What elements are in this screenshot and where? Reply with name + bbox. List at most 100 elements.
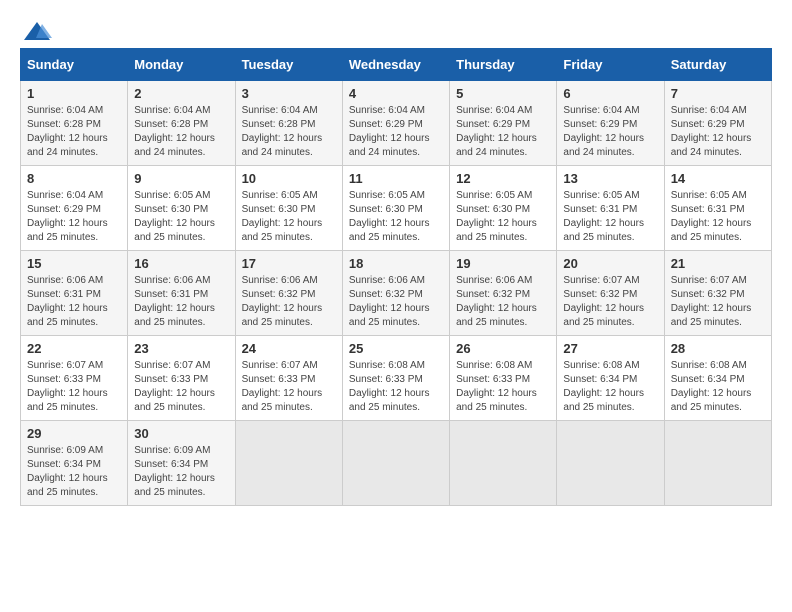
day-info: Sunrise: 6:06 AM Sunset: 6:31 PM Dayligh… — [134, 274, 228, 330]
day-number: 7 — [671, 86, 765, 101]
day-number: 12 — [456, 171, 550, 186]
table-cell — [235, 421, 342, 506]
day-number: 9 — [134, 171, 228, 186]
day-number: 30 — [134, 426, 228, 441]
logo-icon — [22, 20, 52, 44]
day-number: 17 — [242, 256, 336, 271]
day-info: Sunrise: 6:09 AM Sunset: 6:34 PM Dayligh… — [27, 444, 121, 500]
table-cell: 1 Sunrise: 6:04 AM Sunset: 6:28 PM Dayli… — [21, 81, 128, 166]
calendar-header-row: Sunday Monday Tuesday Wednesday Thursday… — [21, 49, 772, 81]
day-info: Sunrise: 6:08 AM Sunset: 6:33 PM Dayligh… — [349, 359, 443, 415]
day-number: 5 — [456, 86, 550, 101]
calendar-week-row: 8 Sunrise: 6:04 AM Sunset: 6:29 PM Dayli… — [21, 166, 772, 251]
calendar-table: Sunday Monday Tuesday Wednesday Thursday… — [20, 48, 772, 506]
table-cell — [557, 421, 664, 506]
day-info: Sunrise: 6:07 AM Sunset: 6:33 PM Dayligh… — [134, 359, 228, 415]
day-info: Sunrise: 6:09 AM Sunset: 6:34 PM Dayligh… — [134, 444, 228, 500]
day-number: 3 — [242, 86, 336, 101]
table-cell: 29 Sunrise: 6:09 AM Sunset: 6:34 PM Dayl… — [21, 421, 128, 506]
table-cell: 9 Sunrise: 6:05 AM Sunset: 6:30 PM Dayli… — [128, 166, 235, 251]
day-number: 13 — [563, 171, 657, 186]
day-number: 19 — [456, 256, 550, 271]
day-number: 18 — [349, 256, 443, 271]
day-number: 6 — [563, 86, 657, 101]
day-info: Sunrise: 6:04 AM Sunset: 6:28 PM Dayligh… — [27, 104, 121, 160]
logo — [20, 20, 52, 38]
day-info: Sunrise: 6:04 AM Sunset: 6:29 PM Dayligh… — [27, 189, 121, 245]
table-cell — [664, 421, 771, 506]
day-info: Sunrise: 6:06 AM Sunset: 6:31 PM Dayligh… — [27, 274, 121, 330]
calendar-week-row: 15 Sunrise: 6:06 AM Sunset: 6:31 PM Dayl… — [21, 251, 772, 336]
day-number: 15 — [27, 256, 121, 271]
day-number: 25 — [349, 341, 443, 356]
day-info: Sunrise: 6:07 AM Sunset: 6:33 PM Dayligh… — [242, 359, 336, 415]
day-info: Sunrise: 6:06 AM Sunset: 6:32 PM Dayligh… — [456, 274, 550, 330]
day-info: Sunrise: 6:07 AM Sunset: 6:32 PM Dayligh… — [563, 274, 657, 330]
day-info: Sunrise: 6:04 AM Sunset: 6:28 PM Dayligh… — [242, 104, 336, 160]
day-info: Sunrise: 6:06 AM Sunset: 6:32 PM Dayligh… — [242, 274, 336, 330]
day-number: 24 — [242, 341, 336, 356]
table-cell: 11 Sunrise: 6:05 AM Sunset: 6:30 PM Dayl… — [342, 166, 449, 251]
col-monday: Monday — [128, 49, 235, 81]
table-cell: 16 Sunrise: 6:06 AM Sunset: 6:31 PM Dayl… — [128, 251, 235, 336]
col-thursday: Thursday — [450, 49, 557, 81]
day-info: Sunrise: 6:05 AM Sunset: 6:30 PM Dayligh… — [242, 189, 336, 245]
table-cell — [450, 421, 557, 506]
table-cell: 30 Sunrise: 6:09 AM Sunset: 6:34 PM Dayl… — [128, 421, 235, 506]
day-number: 16 — [134, 256, 228, 271]
table-cell: 10 Sunrise: 6:05 AM Sunset: 6:30 PM Dayl… — [235, 166, 342, 251]
day-number: 27 — [563, 341, 657, 356]
table-cell: 14 Sunrise: 6:05 AM Sunset: 6:31 PM Dayl… — [664, 166, 771, 251]
table-cell: 26 Sunrise: 6:08 AM Sunset: 6:33 PM Dayl… — [450, 336, 557, 421]
table-cell: 13 Sunrise: 6:05 AM Sunset: 6:31 PM Dayl… — [557, 166, 664, 251]
day-number: 1 — [27, 86, 121, 101]
day-number: 8 — [27, 171, 121, 186]
day-info: Sunrise: 6:04 AM Sunset: 6:29 PM Dayligh… — [563, 104, 657, 160]
table-cell: 23 Sunrise: 6:07 AM Sunset: 6:33 PM Dayl… — [128, 336, 235, 421]
day-info: Sunrise: 6:05 AM Sunset: 6:30 PM Dayligh… — [456, 189, 550, 245]
day-info: Sunrise: 6:06 AM Sunset: 6:32 PM Dayligh… — [349, 274, 443, 330]
day-info: Sunrise: 6:04 AM Sunset: 6:29 PM Dayligh… — [456, 104, 550, 160]
day-number: 23 — [134, 341, 228, 356]
day-info: Sunrise: 6:04 AM Sunset: 6:29 PM Dayligh… — [349, 104, 443, 160]
day-number: 28 — [671, 341, 765, 356]
table-cell: 7 Sunrise: 6:04 AM Sunset: 6:29 PM Dayli… — [664, 81, 771, 166]
day-number: 11 — [349, 171, 443, 186]
table-cell: 24 Sunrise: 6:07 AM Sunset: 6:33 PM Dayl… — [235, 336, 342, 421]
table-cell: 3 Sunrise: 6:04 AM Sunset: 6:28 PM Dayli… — [235, 81, 342, 166]
table-cell: 21 Sunrise: 6:07 AM Sunset: 6:32 PM Dayl… — [664, 251, 771, 336]
table-cell: 18 Sunrise: 6:06 AM Sunset: 6:32 PM Dayl… — [342, 251, 449, 336]
day-number: 26 — [456, 341, 550, 356]
day-info: Sunrise: 6:08 AM Sunset: 6:34 PM Dayligh… — [671, 359, 765, 415]
day-info: Sunrise: 6:05 AM Sunset: 6:30 PM Dayligh… — [134, 189, 228, 245]
day-number: 10 — [242, 171, 336, 186]
day-number: 2 — [134, 86, 228, 101]
calendar-week-row: 29 Sunrise: 6:09 AM Sunset: 6:34 PM Dayl… — [21, 421, 772, 506]
day-info: Sunrise: 6:04 AM Sunset: 6:28 PM Dayligh… — [134, 104, 228, 160]
calendar-week-row: 22 Sunrise: 6:07 AM Sunset: 6:33 PM Dayl… — [21, 336, 772, 421]
day-info: Sunrise: 6:07 AM Sunset: 6:32 PM Dayligh… — [671, 274, 765, 330]
calendar-week-row: 1 Sunrise: 6:04 AM Sunset: 6:28 PM Dayli… — [21, 81, 772, 166]
col-wednesday: Wednesday — [342, 49, 449, 81]
table-cell: 20 Sunrise: 6:07 AM Sunset: 6:32 PM Dayl… — [557, 251, 664, 336]
table-cell: 25 Sunrise: 6:08 AM Sunset: 6:33 PM Dayl… — [342, 336, 449, 421]
col-friday: Friday — [557, 49, 664, 81]
table-cell: 4 Sunrise: 6:04 AM Sunset: 6:29 PM Dayli… — [342, 81, 449, 166]
table-cell: 22 Sunrise: 6:07 AM Sunset: 6:33 PM Dayl… — [21, 336, 128, 421]
day-number: 21 — [671, 256, 765, 271]
table-cell: 15 Sunrise: 6:06 AM Sunset: 6:31 PM Dayl… — [21, 251, 128, 336]
col-tuesday: Tuesday — [235, 49, 342, 81]
table-cell: 28 Sunrise: 6:08 AM Sunset: 6:34 PM Dayl… — [664, 336, 771, 421]
table-cell: 27 Sunrise: 6:08 AM Sunset: 6:34 PM Dayl… — [557, 336, 664, 421]
day-info: Sunrise: 6:08 AM Sunset: 6:33 PM Dayligh… — [456, 359, 550, 415]
table-cell: 12 Sunrise: 6:05 AM Sunset: 6:30 PM Dayl… — [450, 166, 557, 251]
table-cell — [342, 421, 449, 506]
col-saturday: Saturday — [664, 49, 771, 81]
day-info: Sunrise: 6:05 AM Sunset: 6:30 PM Dayligh… — [349, 189, 443, 245]
table-cell: 6 Sunrise: 6:04 AM Sunset: 6:29 PM Dayli… — [557, 81, 664, 166]
day-number: 22 — [27, 341, 121, 356]
day-number: 14 — [671, 171, 765, 186]
table-cell: 2 Sunrise: 6:04 AM Sunset: 6:28 PM Dayli… — [128, 81, 235, 166]
col-sunday: Sunday — [21, 49, 128, 81]
table-cell: 17 Sunrise: 6:06 AM Sunset: 6:32 PM Dayl… — [235, 251, 342, 336]
